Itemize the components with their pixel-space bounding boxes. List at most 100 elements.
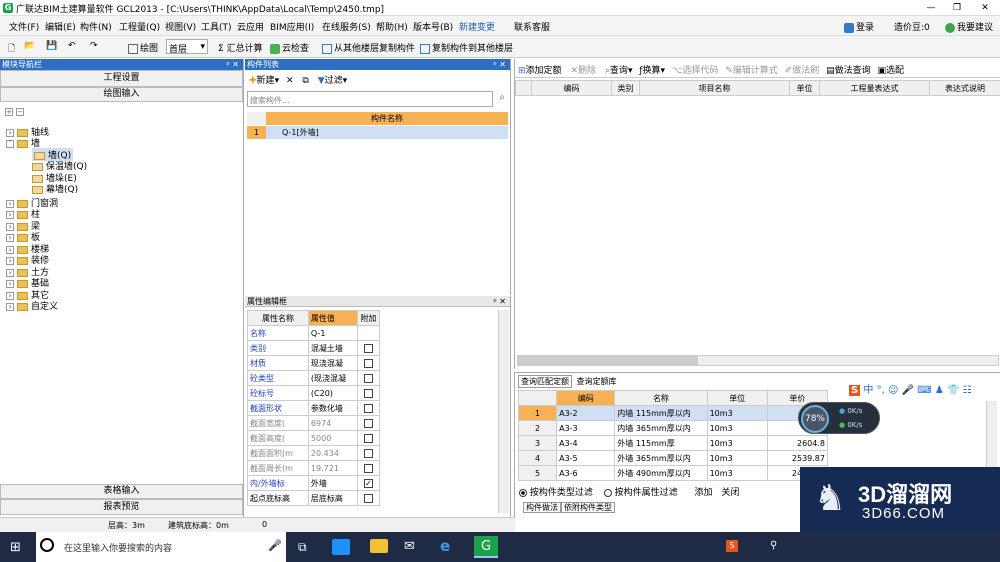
redo-icon[interactable]: ↷ — [90, 41, 98, 51]
close-button[interactable]: ✕ — [972, 1, 998, 15]
property-row[interactable]: 起点底标高 层底标高 — [247, 490, 381, 506]
menu-tools[interactable]: 工具(T) — [201, 20, 232, 33]
component-search-input[interactable]: 搜索构件... — [247, 91, 493, 107]
property-row[interactable]: 截面宽度(6974 — [247, 415, 381, 431]
minimize-button[interactable]: — — [918, 1, 944, 15]
property-row[interactable]: 材质 现浇混凝 — [247, 355, 381, 371]
property-value[interactable]: 5000 — [307, 430, 358, 446]
property-value[interactable]: Q-1 — [307, 325, 358, 341]
edit-formula-button[interactable]: ✎编辑计算式 — [725, 66, 778, 76]
delete-icon[interactable]: ✕ — [286, 76, 294, 86]
sum-calc-button[interactable]: Σ 汇总计算 — [218, 41, 263, 54]
price-bean[interactable]: 造价豆:0 — [894, 20, 930, 33]
property-value[interactable]: 19.721 — [307, 460, 358, 476]
cloud-check-button[interactable]: 云检查 — [270, 41, 309, 54]
property-value[interactable]: 层底标高 — [307, 490, 358, 506]
task-view-icon[interactable]: ⧉ — [298, 540, 307, 555]
lookup-row[interactable]: 1A3-2内墙 115mm厚以内10m32 — [517, 405, 829, 421]
new-component-button[interactable]: ✚新建▾ — [249, 76, 279, 86]
lookup-row[interactable]: 5A3-6外墙 490mm厚以内10m32494.76 — [517, 465, 829, 481]
property-value[interactable]: 6974 — [307, 415, 358, 431]
undo-icon[interactable]: ↶ — [68, 41, 76, 51]
file-explorer-icon[interactable] — [370, 539, 388, 553]
project-settings-button[interactable]: 工程设置 — [0, 70, 243, 87]
save-icon[interactable]: 💾 — [46, 41, 57, 51]
drawing-input-button[interactable]: 绘图输入 — [0, 87, 243, 102]
tab-component-method[interactable]: 构件做法 — [523, 502, 561, 513]
glodon-taskbar-icon[interactable]: G — [474, 536, 498, 558]
network-speed-widget[interactable]: 78% ● 0K/s ● 0K/s — [798, 402, 880, 434]
property-value[interactable]: 现浇混凝 — [307, 355, 358, 371]
expand-all-icon[interactable]: + — [5, 107, 13, 116]
menu-new-change[interactable]: 新建变更 — [459, 20, 495, 33]
property-value[interactable]: (现浇混凝 — [307, 370, 358, 386]
filter-by-property-radio[interactable]: 按构件属性过滤 — [603, 488, 678, 498]
checkbox-unchecked-icon[interactable] — [363, 448, 373, 458]
menu-contact[interactable]: 联系客服 — [514, 20, 550, 33]
windows-start-icon[interactable]: ⊞ — [10, 540, 21, 555]
lookup-row[interactable]: 3 A3-4 外墙 115mm厚 10m3 2604.8 — [517, 435, 829, 451]
checkbox-unchecked-icon[interactable] — [363, 418, 373, 428]
menu-help[interactable]: 帮助(H) — [376, 20, 408, 33]
property-row[interactable]: 截面面积(m 20.434 — [247, 445, 381, 461]
menu-file[interactable]: 文件(F) — [9, 20, 39, 33]
menu-online[interactable]: 在线服务(S) — [322, 20, 371, 33]
property-row[interactable]: 类别 混凝土墙 — [247, 340, 381, 356]
query-button[interactable]: ⌕查询▾ — [605, 66, 633, 76]
menu-quantity[interactable]: 工程量(Q) — [119, 20, 160, 33]
floor-select[interactable]: 首层 ▾ — [166, 39, 208, 55]
tab-attached-type[interactable]: 依附构件类型 — [561, 502, 615, 513]
tab-match-quota[interactable]: 查询匹配定额 — [518, 375, 572, 388]
microphone-icon[interactable]: 🎤 — [268, 539, 282, 552]
taskbar-search-box[interactable]: 在这里输入你要搜索的内容 🎤 — [36, 532, 286, 562]
checkbox-unchecked-icon[interactable] — [363, 463, 373, 473]
menu-edit[interactable]: 编辑(E) — [45, 20, 76, 33]
menu-component[interactable]: 构件(N) — [80, 20, 112, 33]
quota-hscrollbar[interactable] — [517, 355, 999, 366]
lookup-add-button[interactable]: 添加 — [695, 488, 713, 498]
add-quota-button[interactable]: ⊞添加定额 — [518, 66, 562, 76]
property-value[interactable]: (C20) — [307, 385, 358, 401]
lookup-close-button[interactable]: 关闭 — [721, 488, 739, 498]
draw-button[interactable]: 绘图 — [128, 41, 158, 54]
taskbar-app-icon[interactable] — [332, 539, 350, 555]
menu-version[interactable]: 版本号(B) — [413, 20, 453, 33]
lookup-row[interactable]: 4 A3-5 外墙 365mm厚以内 10m3 2539.87 — [517, 450, 829, 466]
property-value[interactable]: 混凝土墙 — [307, 340, 358, 356]
suggest-button[interactable]: 我要建议 — [945, 20, 993, 33]
collapse-all-icon[interactable]: − — [16, 107, 24, 116]
mail-icon[interactable]: ✉ — [404, 539, 415, 554]
select-code-button[interactable]: ⌥选择代码 — [672, 66, 718, 76]
lookup-row[interactable]: 2 A3-3 内墙 365mm厚以内 10m3 — [517, 420, 829, 436]
property-row[interactable]: 截面高度(5000 — [247, 430, 381, 446]
restore-button[interactable]: ❐ — [944, 1, 970, 15]
method-query-button[interactable]: ▤做法查询 — [826, 66, 871, 76]
property-row[interactable]: 截面周长(m 19.721 — [247, 460, 381, 476]
property-value[interactable]: 参数化墙 — [307, 400, 358, 416]
tree-node-custom[interactable]: › 自定义 — [6, 299, 58, 312]
table-input-button[interactable]: 表格输入 — [0, 484, 243, 499]
checkbox-checked-icon[interactable]: ✓ — [363, 478, 373, 488]
search-icon[interactable]: ⌕ — [495, 92, 509, 106]
scroll-thumb[interactable] — [518, 356, 698, 365]
component-row[interactable]: 1 Q-1[外墙] — [247, 126, 508, 139]
copy-from-floor-button[interactable]: 从其他楼层复制构件 — [322, 41, 415, 54]
property-scrollbar[interactable] — [498, 310, 509, 513]
property-row[interactable]: 砼标号 (C20) — [247, 385, 381, 401]
filter-by-type-radio[interactable]: 按构件类型过滤 — [519, 488, 593, 498]
filter-button[interactable]: ▼过滤▾ — [318, 76, 347, 86]
checkbox-unchecked-icon[interactable] — [363, 343, 373, 353]
property-row[interactable]: 砼类型 (现浇混凝 — [247, 370, 381, 386]
property-row[interactable]: 截面形状 参数化墙 — [247, 400, 381, 416]
property-value[interactable]: 20.434 — [307, 445, 358, 461]
checkbox-unchecked-icon[interactable] — [363, 403, 373, 413]
pick-button[interactable]: ▣选配 — [877, 66, 904, 76]
new-file-icon[interactable]: 🗋 — [8, 41, 15, 57]
delete-quota-button[interactable]: ✕删除 — [570, 66, 596, 76]
menu-cloud[interactable]: 云应用 — [237, 20, 264, 33]
property-value[interactable]: 外墙 — [307, 475, 358, 491]
edge-browser-icon[interactable]: e — [440, 537, 450, 555]
checkbox-unchecked-icon[interactable] — [363, 493, 373, 503]
sogou-tray-icon[interactable]: S — [726, 540, 738, 552]
checkbox-unchecked-icon[interactable] — [363, 358, 373, 368]
